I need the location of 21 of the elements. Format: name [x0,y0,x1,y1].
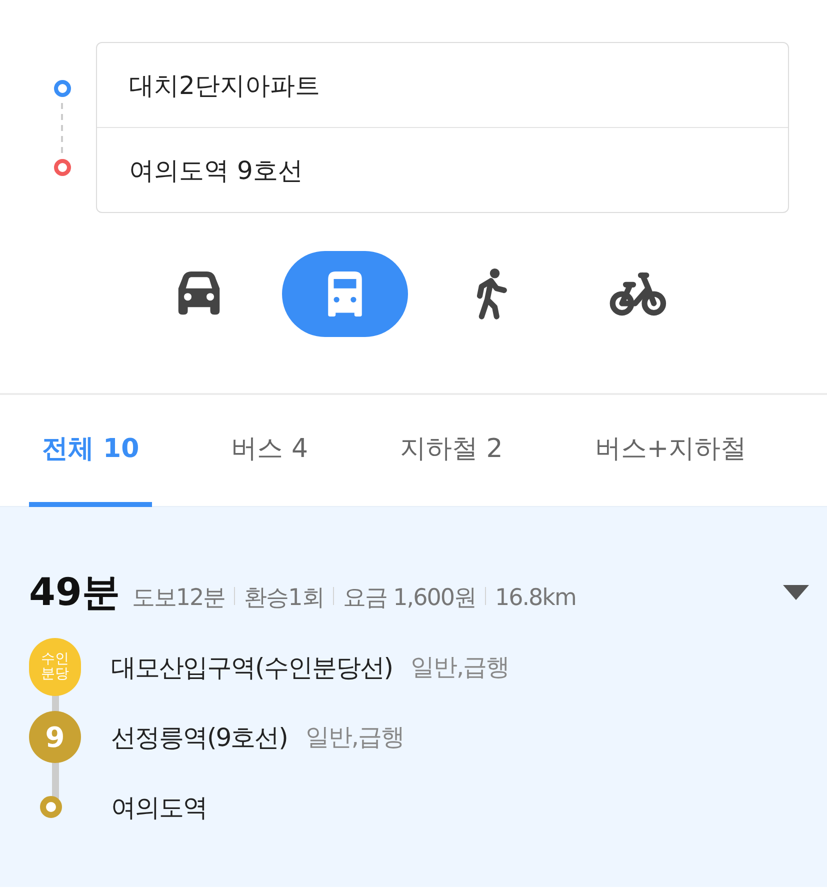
result-card[interactable]: 49분 도보12분 환승1회 요금 1,600원 16.8km 수인분당 대모산입구역(수인분당선) 일반,급행 9 선정릉역(9호선) 일반,급행 여의도역 [0,507,827,887]
route-detail: 요금 1,600원 [342,584,476,613]
duration-text: 49분 [29,569,120,616]
destination-field[interactable]: 여의도역 9호선 [97,127,788,212]
destination-dot-icon [54,158,70,176]
route-detail: 16.8km [494,585,576,611]
origin-field[interactable]: 대치2단지아파트 [97,43,788,127]
origin-dot-icon [54,80,70,96]
station-name: 여의도역 [111,792,207,824]
service-type: 일반,급행 [410,652,510,683]
station-name: 대모산입구역(수인분당선) [111,652,393,684]
tab[interactable]: 버스 4 [218,395,322,507]
tab[interactable]: 지하철 2 [387,395,516,507]
line-badge: 9 [29,711,81,763]
route-detail: 환승1회 [244,584,324,613]
line-badge: 수인분당 [29,638,81,696]
dropdown-arrow-icon[interactable] [783,585,809,600]
route-detail: 도보12분 [132,584,226,613]
tab[interactable]: 버스+지하철 [582,395,760,507]
service-type: 일반,급행 [305,722,404,753]
station-name: 선정릉역(9호선) [111,722,288,754]
